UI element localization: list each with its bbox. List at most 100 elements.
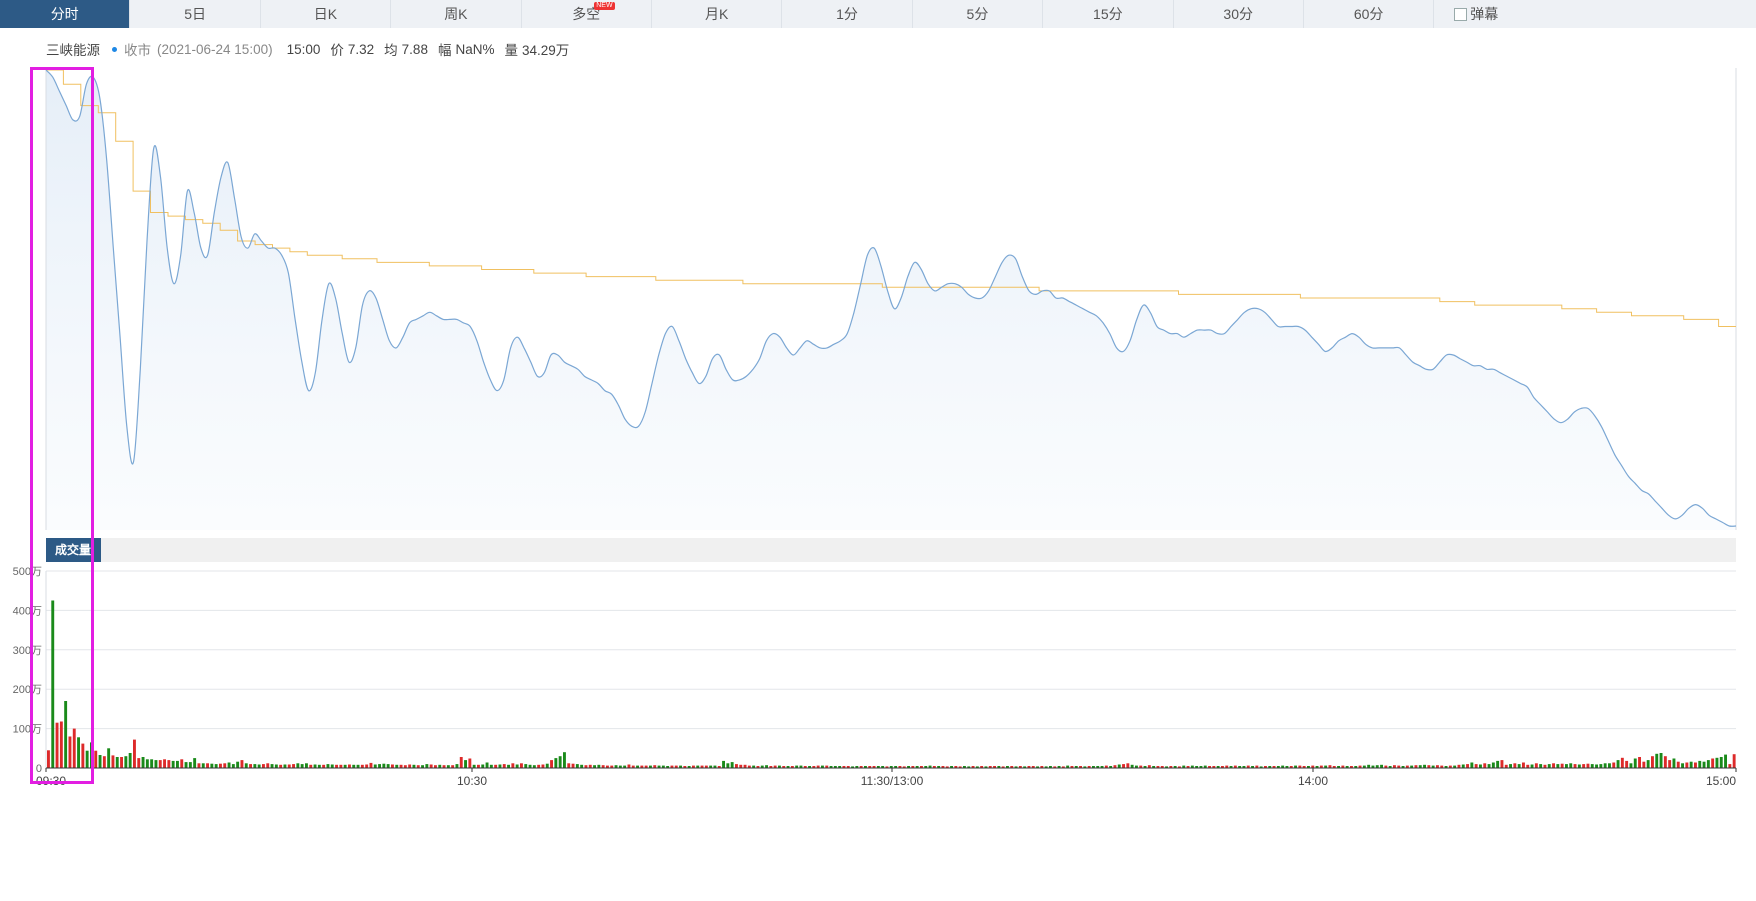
volume-bar (1651, 756, 1654, 768)
volume-bar (107, 748, 111, 768)
volume-bar (274, 764, 278, 768)
volume-bar (1719, 757, 1723, 768)
volume-bar (51, 600, 55, 768)
volume-bar (98, 755, 102, 768)
volume-bar (206, 763, 209, 768)
volume-bar (575, 764, 579, 768)
volume-bar (94, 750, 98, 768)
volume-bar (1582, 764, 1586, 768)
tab-6[interactable]: 1分 (782, 0, 913, 28)
volume-bar (244, 763, 248, 768)
volume-bar (1461, 764, 1465, 768)
volume-bar (563, 752, 566, 768)
tab-3[interactable]: 周K (391, 0, 522, 28)
volume-bar (485, 762, 489, 768)
x-axis-label: 15:00 (1706, 774, 1736, 788)
volume-bar (1509, 764, 1512, 768)
volume-bar (1573, 764, 1577, 768)
volume-bar (270, 764, 274, 768)
tab-7[interactable]: 5分 (913, 0, 1044, 28)
volume-bar (124, 756, 128, 768)
volume-bar (1646, 760, 1650, 768)
volume-bar (1470, 762, 1474, 768)
intraday-chart[interactable]: 成交量500万400万300万200万100万009:30 10:30 11:30/… (0, 60, 1756, 901)
volume-bar (305, 763, 308, 768)
volume-bar (1620, 757, 1624, 768)
price-label: 价 (330, 43, 344, 58)
volume-bar (1663, 756, 1667, 768)
volume-bar (1530, 764, 1534, 768)
volume-bar (408, 764, 412, 768)
volume-bar (550, 760, 553, 768)
volume-bar (365, 764, 369, 768)
tab-8[interactable]: 15分 (1043, 0, 1174, 28)
danmu-checkbox[interactable] (1454, 7, 1468, 21)
volume-bar (1496, 760, 1500, 768)
volume-bar (1586, 763, 1590, 768)
volume-bar (163, 759, 166, 768)
volume-bar (266, 763, 270, 768)
volume-bar (455, 764, 459, 768)
danmu-label: 弹幕 (1470, 6, 1499, 22)
volume-bar (722, 760, 725, 768)
volume-y-tick: 200万 (13, 684, 42, 696)
volume-bar (240, 760, 244, 768)
tab-4[interactable]: 多空 NEW (522, 0, 652, 28)
volume-bar (1552, 763, 1555, 768)
volume-label: 量 (504, 43, 518, 58)
volume-bar (296, 763, 300, 768)
volume-bar (1659, 753, 1663, 768)
volume-bar (1616, 760, 1620, 768)
volume-bar (464, 760, 467, 768)
volume-bar (1732, 754, 1736, 768)
volume-bar (1629, 763, 1633, 768)
volume-bar (287, 764, 291, 768)
tab-0[interactable]: 分时 (0, 0, 131, 28)
status-dot (112, 46, 117, 52)
market-status: 收市 (124, 43, 151, 58)
volume-bar (210, 763, 214, 768)
volume-bar (1491, 762, 1495, 768)
volume-bar (382, 763, 386, 768)
x-axis-label: 10:30 (457, 774, 487, 788)
volume-bar (231, 764, 235, 768)
volume-bar (236, 761, 240, 768)
volume-bar (330, 764, 334, 768)
volume-bar (1694, 762, 1697, 768)
volume-bar (120, 757, 123, 768)
volume-bar (145, 759, 149, 768)
volume-bar (391, 764, 394, 768)
volume-bar (214, 764, 218, 768)
volume-bar (1655, 753, 1659, 768)
volume-bar (515, 764, 519, 768)
volume-bar (735, 764, 738, 768)
volume-bar (545, 763, 549, 768)
volume-bar (201, 763, 205, 768)
volume-y-tick: 400万 (13, 605, 42, 617)
volume-bar (158, 760, 162, 768)
tab-2[interactable]: 日K (261, 0, 392, 28)
volume-bar (137, 758, 141, 768)
volume-bar (154, 760, 158, 768)
volume-bar (1642, 761, 1646, 768)
quote-datetime: (2021-06-24 15:00) (157, 41, 273, 57)
tab-10[interactable]: 60分 (1304, 0, 1435, 28)
volume-bar (1483, 763, 1487, 768)
volume-bar (429, 764, 433, 768)
volume-bar (1603, 763, 1607, 768)
volume-bar (1122, 764, 1125, 768)
avg-label: 均 (384, 43, 398, 58)
volume-bar (1466, 764, 1469, 768)
danmu-toggle[interactable]: 弹幕 (1434, 0, 1498, 28)
volume-bar (726, 763, 730, 768)
volume-bar (1117, 764, 1121, 768)
volume-bar (68, 736, 72, 768)
tab-1[interactable]: 5日 (130, 0, 261, 28)
volume-bar (292, 764, 295, 768)
volume-bar (227, 762, 231, 768)
tab-5[interactable]: 月K (652, 0, 783, 28)
volume-bar (502, 764, 506, 768)
volume-bar (102, 756, 106, 768)
volume-bar (1556, 764, 1560, 768)
tab-9[interactable]: 30分 (1174, 0, 1304, 28)
